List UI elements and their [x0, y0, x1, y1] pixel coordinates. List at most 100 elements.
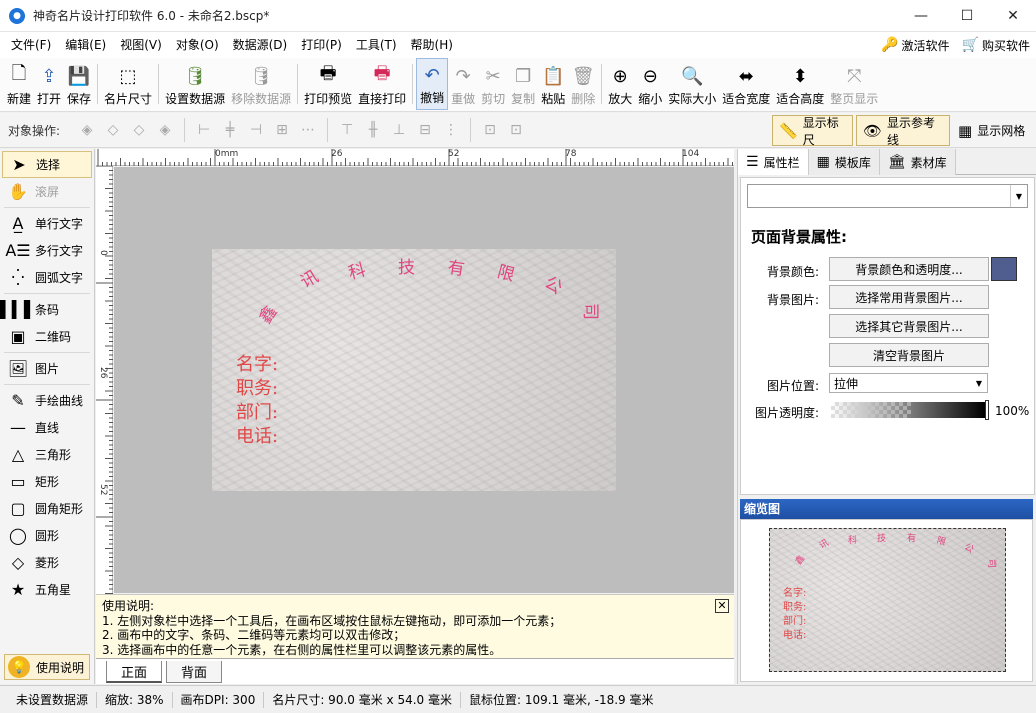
delete-button[interactable]: 🗑 删除 [568, 58, 598, 110]
select-other-bg-button[interactable]: 选择其它背景图片... [829, 314, 989, 338]
menu-help[interactable]: 帮助(H) [404, 32, 460, 58]
send-backward-icon[interactable]: ◇ [126, 118, 152, 142]
minimize-button[interactable]: — [898, 0, 944, 32]
card-text-phone[interactable]: 电话: [236, 425, 278, 449]
tool-star[interactable]: ★ 五角星 [0, 576, 94, 603]
image-position-select[interactable]: 拉伸 ▼ [829, 373, 988, 393]
fit-height-button[interactable]: ⬍ 适合高度 [773, 58, 827, 110]
bring-to-front-icon[interactable]: ◈ [74, 118, 100, 142]
design-canvas[interactable]: 鑫 讯 科 技 有 限 公 司 名字: 职务: 部门: 电话: [114, 167, 734, 593]
tab-properties[interactable]: ☰ 属性栏 [738, 149, 809, 175]
bg-color-button[interactable]: 背景颜色和透明度... [829, 257, 989, 281]
tab-front[interactable]: 正面 [106, 661, 162, 683]
zoom-in-button[interactable]: ⊕ 放大 [605, 58, 635, 110]
actual-size-button[interactable]: 🔍 实际大小 [665, 58, 719, 110]
new-button[interactable]: 🗋 新建 [4, 58, 34, 110]
redo-button[interactable]: ↷ 重做 [448, 58, 478, 110]
align-left-icon[interactable]: ⊢ [191, 118, 217, 142]
show-grid-toggle[interactable]: ▦ 显示网格 [952, 115, 1036, 146]
business-card[interactable]: 鑫 讯 科 技 有 限 公 司 名字: 职务: 部门: 电话: [212, 249, 616, 491]
close-button[interactable]: ✕ [990, 0, 1036, 32]
arc-char-7[interactable]: 司 [580, 303, 605, 320]
menu-tools[interactable]: 工具(T) [349, 32, 404, 58]
help-button[interactable]: 💡 使用说明 [4, 654, 90, 680]
align-top-icon[interactable]: ⊤ [334, 118, 360, 142]
line-icon: — [10, 418, 26, 437]
set-datasource-button[interactable]: 🛢 设置数据源 [162, 58, 228, 110]
show-ruler-toggle[interactable]: 📏 显示标尺 [772, 115, 853, 147]
arc-char-0[interactable]: 鑫 [251, 299, 281, 327]
tab-back[interactable]: 背面 [166, 661, 222, 683]
tool-rect[interactable]: ▭ 矩形 [0, 468, 94, 495]
align-right-icon[interactable]: ⊣ [243, 118, 269, 142]
save-button[interactable]: 💾 保存 [64, 58, 94, 110]
tool-ellipse[interactable]: ◯ 圆形 [0, 522, 94, 549]
paste-button[interactable]: 📋 粘贴 [538, 58, 568, 110]
align-middle-icon[interactable]: ╫ [360, 118, 386, 142]
tab-materials[interactable]: 🏛 素材库 [879, 149, 956, 175]
tool-multi-text[interactable]: A☰ 多行文字 [0, 237, 94, 264]
card-thumbnail[interactable]: 鑫 讯 科 技 有 限 公 司 名字: 职务: 部门: 电话: [769, 528, 1006, 672]
center-v-icon[interactable]: ⊡ [503, 118, 529, 142]
arc-char-3[interactable]: 技 [398, 253, 415, 278]
arc-char-4[interactable]: 有 [446, 253, 466, 280]
open-button[interactable]: ⇪ 打开 [34, 58, 64, 110]
help-tip-close-button[interactable]: ✕ [715, 599, 729, 613]
fit-width-button[interactable]: ⬌ 适合宽度 [719, 58, 773, 110]
tool-scroll[interactable]: ✋ 滚屏 [0, 178, 94, 205]
select-common-bg-button[interactable]: 选择常用背景图片... [829, 285, 989, 309]
undo-icon: ↶ [424, 64, 440, 86]
tool-qrcode[interactable]: ▣ 二维码 [0, 323, 94, 350]
arc-char-2[interactable]: 科 [345, 255, 368, 284]
fit-page-button[interactable]: ⤧ 整页显示 [827, 58, 881, 110]
cut-button[interactable]: ✂ 剪切 [478, 58, 508, 110]
card-text-title[interactable]: 职务: [236, 377, 278, 401]
same-width-icon[interactable]: ⊞ [269, 118, 295, 142]
direct-print-button[interactable]: 🖶 直接打印 [355, 58, 409, 110]
tool-triangle[interactable]: △ 三角形 [0, 441, 94, 468]
buy-software-link[interactable]: 🛒 购买软件 [962, 37, 1030, 54]
menu-datasource[interactable]: 数据源(D) [226, 32, 295, 58]
opacity-slider-thumb[interactable] [985, 400, 989, 420]
arc-char-5[interactable]: 限 [495, 257, 518, 286]
card-text-name[interactable]: 名字: [236, 353, 278, 377]
tool-diamond[interactable]: ◇ 菱形 [0, 549, 94, 576]
menu-edit[interactable]: 编辑(E) [58, 32, 113, 58]
remove-datasource-button[interactable]: 🛢 移除数据源 [228, 58, 294, 110]
center-h-icon[interactable]: ⊡ [477, 118, 503, 142]
align-center-icon[interactable]: ╪ [217, 118, 243, 142]
card-text-dept[interactable]: 部门: [236, 401, 278, 425]
menu-view[interactable]: 视图(V) [113, 32, 169, 58]
menu-print[interactable]: 打印(P) [294, 32, 349, 58]
undo-button[interactable]: ↶ 撤销 [416, 58, 449, 110]
tool-select[interactable]: ➤ 选择 [2, 151, 92, 178]
arc-char-1[interactable]: 讯 [295, 262, 322, 293]
clear-bg-button[interactable]: 清空背景图片 [829, 343, 989, 367]
tab-templates[interactable]: ▦ 模板库 [808, 149, 880, 175]
copy-button[interactable]: ❐ 复制 [508, 58, 538, 110]
send-to-back-icon[interactable]: ◈ [152, 118, 178, 142]
menu-file[interactable]: 文件(F) [4, 32, 58, 58]
bring-forward-icon[interactable]: ◇ [100, 118, 126, 142]
activate-software-link[interactable]: 🔑 激活软件 [881, 37, 949, 54]
distribute-h-icon[interactable]: ⋯ [295, 118, 321, 142]
align-bottom-icon[interactable]: ⊥ [386, 118, 412, 142]
tool-freehand[interactable]: ✎ 手绘曲线 [0, 387, 94, 414]
tool-image[interactable]: 🖼 图片 [0, 355, 94, 382]
menu-object[interactable]: 对象(O) [169, 32, 226, 58]
show-guides-toggle[interactable]: 👁 显示参考线 [856, 115, 950, 147]
distribute-v-icon[interactable]: ⋮ [438, 118, 464, 142]
tool-arc-text[interactable]: ⁛ 圆弧文字 [0, 264, 94, 291]
card-size-button[interactable]: ⬚ 名片尺寸 [101, 58, 155, 110]
same-height-icon[interactable]: ⊟ [412, 118, 438, 142]
tool-round-rect[interactable]: ▢ 圆角矩形 [0, 495, 94, 522]
object-selector-combo[interactable]: ▼ [747, 184, 1028, 208]
print-preview-button[interactable]: 🖶 打印预览 [301, 58, 355, 110]
tool-line[interactable]: — 直线 [0, 414, 94, 441]
zoom-out-button[interactable]: ⊖ 缩小 [635, 58, 665, 110]
tool-single-text[interactable]: A̲ 单行文字 [0, 210, 94, 237]
arc-char-6[interactable]: 公 [541, 268, 569, 299]
maximize-button[interactable]: ☐ [944, 0, 990, 32]
tool-barcode[interactable]: ▌▍▌ 条码 [0, 296, 94, 323]
bg-color-swatch[interactable] [991, 257, 1017, 281]
